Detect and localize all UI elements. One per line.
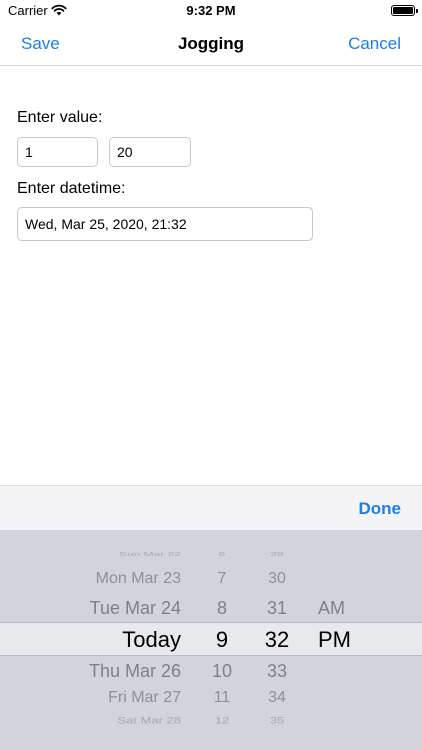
picker-ampm-selected[interactable]: PM bbox=[318, 627, 378, 653]
status-bar: Carrier 9:32 PM bbox=[0, 0, 422, 24]
picker-minute[interactable]: 30 bbox=[247, 570, 307, 588]
picker-date[interactable]: Fri Mar 27 bbox=[0, 689, 181, 707]
battery-icon bbox=[391, 5, 418, 16]
picker-hour[interactable]: 8 bbox=[196, 598, 248, 619]
datetime-picker[interactable]: Sun Mar 22 6 29 Mon Mar 23 7 30 Tue Mar … bbox=[0, 530, 422, 750]
picker-row[interactable]: Mon Mar 23 7 30 bbox=[0, 570, 422, 596]
value-field-2[interactable]: 20 bbox=[109, 137, 191, 167]
picker-row[interactable]: Thu Mar 26 10 33 bbox=[0, 661, 422, 687]
picker-date[interactable]: Sun Mar 22 bbox=[0, 551, 181, 557]
picker-row[interactable]: Sat Mar 28 12 35 bbox=[0, 715, 422, 733]
picker-date[interactable]: Tue Mar 24 bbox=[0, 598, 181, 619]
navigation-bar: Save Jogging Cancel bbox=[0, 24, 422, 66]
picker-ampm[interactable]: AM bbox=[318, 598, 378, 619]
status-time: 9:32 PM bbox=[186, 3, 236, 18]
picker-hour[interactable]: 7 bbox=[196, 570, 248, 588]
picker-minute[interactable]: 31 bbox=[247, 598, 307, 619]
value-field-1[interactable]: 1 bbox=[17, 137, 98, 167]
picker-minute[interactable]: 33 bbox=[247, 661, 307, 682]
picker-hour[interactable]: 6 bbox=[196, 551, 248, 557]
picker-minute[interactable]: 29 bbox=[247, 551, 307, 557]
picker-hour[interactable]: 12 bbox=[196, 715, 248, 726]
picker-date[interactable]: Thu Mar 26 bbox=[0, 661, 181, 682]
enter-datetime-label: Enter datetime: bbox=[17, 180, 126, 197]
done-button[interactable]: Done bbox=[359, 499, 402, 519]
picker-minute[interactable]: 35 bbox=[247, 715, 307, 726]
picker-toolbar: Done bbox=[0, 485, 422, 530]
picker-hour-selected[interactable]: 9 bbox=[196, 627, 248, 653]
picker-row[interactable]: Sun Mar 22 6 29 bbox=[0, 551, 422, 563]
datetime-field[interactable]: Wed, Mar 25, 2020, 21:32 bbox=[17, 207, 313, 241]
picker-hour[interactable]: 10 bbox=[196, 661, 248, 682]
picker-row[interactable]: Tue Mar 24 8 31 AM bbox=[0, 598, 422, 624]
picker-hour[interactable]: 11 bbox=[196, 689, 248, 707]
picker-minute[interactable]: 34 bbox=[247, 689, 307, 707]
picker-date[interactable]: Mon Mar 23 bbox=[0, 570, 181, 588]
picker-row-selected[interactable]: Today 9 32 PM bbox=[0, 627, 422, 653]
picker-date[interactable]: Sat Mar 28 bbox=[0, 715, 181, 726]
picker-date-selected[interactable]: Today bbox=[0, 627, 181, 653]
picker-row[interactable]: Fri Mar 27 11 34 bbox=[0, 689, 422, 715]
picker-minute-selected[interactable]: 32 bbox=[247, 627, 307, 653]
enter-value-label: Enter value: bbox=[17, 109, 103, 126]
cancel-button[interactable]: Cancel bbox=[348, 34, 401, 54]
